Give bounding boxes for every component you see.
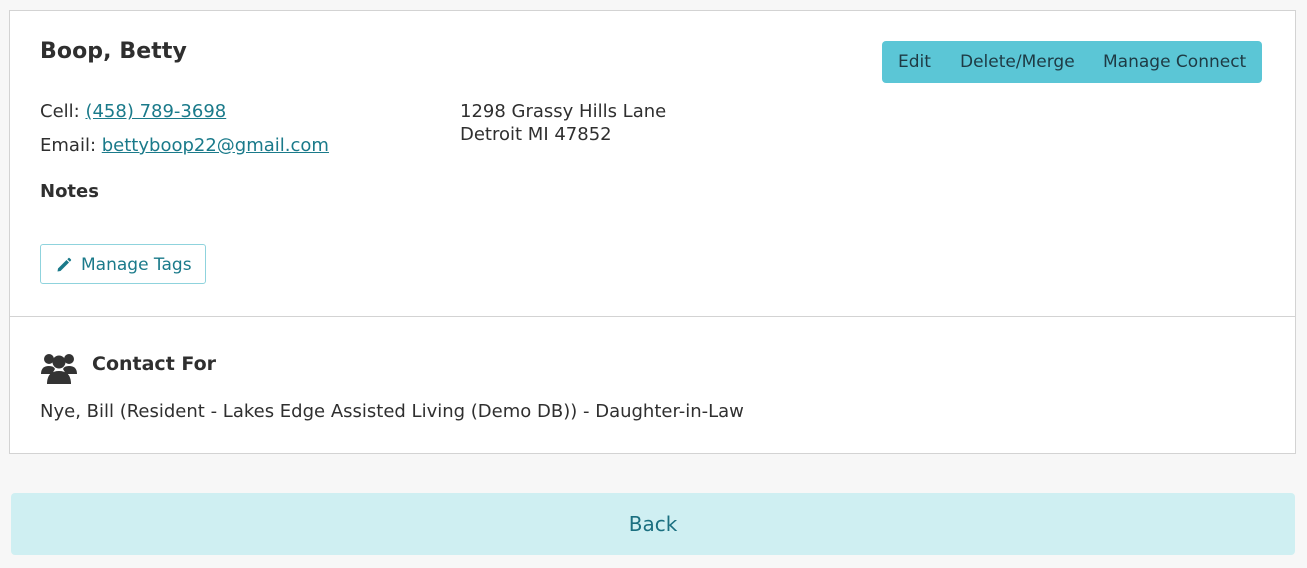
- back-button[interactable]: Back: [11, 493, 1295, 555]
- manage-tags-button[interactable]: Manage Tags: [40, 244, 206, 284]
- page: Boop, Betty Edit Delete/Merge Manage Con…: [0, 0, 1307, 568]
- delete-merge-button[interactable]: Delete/Merge: [960, 52, 1075, 72]
- contact-for-title: Contact For: [92, 353, 217, 375]
- email-link[interactable]: bettyboop22@gmail.com: [102, 135, 329, 156]
- manage-connect-button[interactable]: Manage Connect: [1103, 52, 1246, 72]
- cell-phone-link[interactable]: (458) 789-3698: [85, 101, 226, 122]
- address-line-1: 1298 Grassy Hills Lane: [460, 101, 667, 122]
- cell-label: Cell:: [40, 101, 80, 122]
- email-label: Email:: [40, 135, 97, 156]
- edit-button[interactable]: Edit: [898, 52, 931, 72]
- contact-card: Boop, Betty Edit Delete/Merge Manage Con…: [9, 10, 1296, 317]
- contact-for-card: Contact For Nye, Bill (Resident - Lakes …: [9, 316, 1296, 454]
- contact-for-item: Nye, Bill (Resident - Lakes Edge Assiste…: [40, 401, 744, 422]
- contact-name: Boop, Betty: [40, 39, 187, 64]
- users-icon: [41, 354, 77, 384]
- email-row: Email: bettyboop22@gmail.com: [40, 135, 329, 156]
- cell-row: Cell: (458) 789-3698: [40, 101, 226, 122]
- address-line-2: Detroit MI 47852: [460, 124, 612, 145]
- notes-heading: Notes: [40, 181, 99, 202]
- back-label: Back: [628, 512, 678, 536]
- action-button-group: Edit Delete/Merge Manage Connect: [882, 41, 1262, 83]
- pencil-icon: [57, 257, 72, 272]
- manage-tags-label: Manage Tags: [81, 255, 192, 275]
